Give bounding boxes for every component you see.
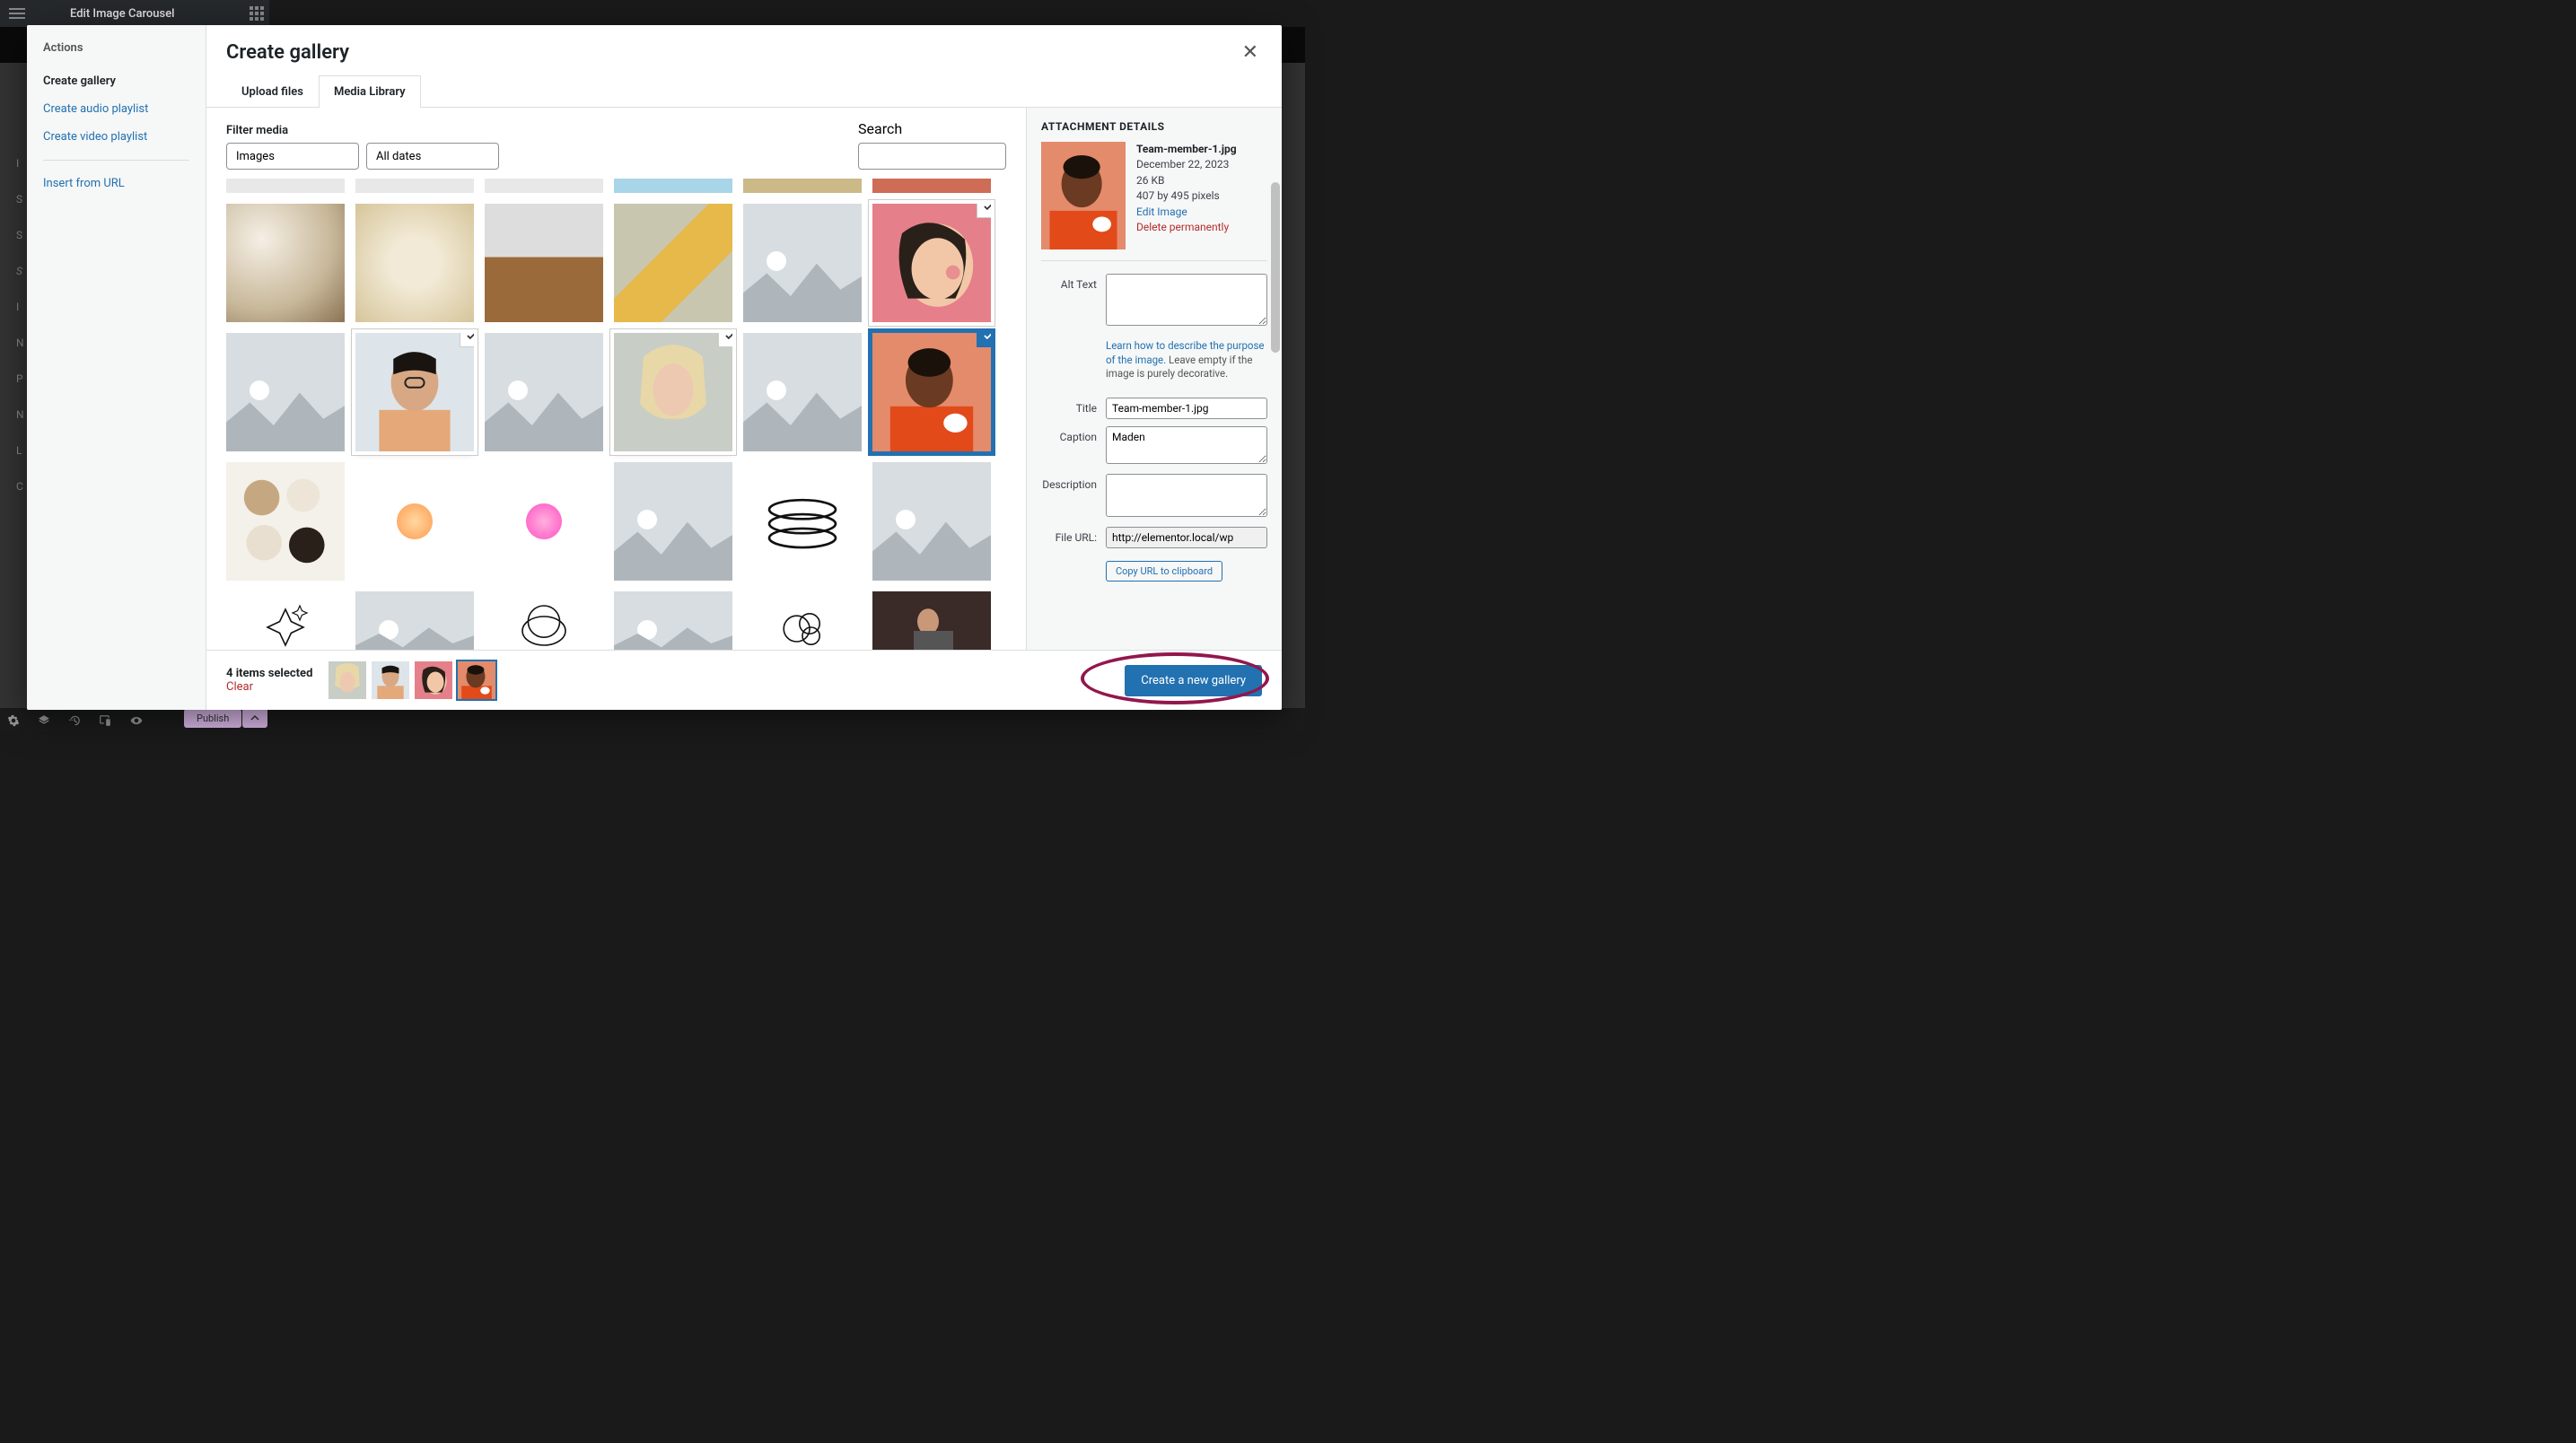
history-icon[interactable] [68, 714, 81, 727]
check-icon[interactable] [718, 333, 732, 347]
caption-label: Caption [1041, 426, 1106, 443]
modal-footer: 4 items selected Clear Create a new gall… [206, 650, 1282, 710]
media-thumb[interactable] [614, 462, 732, 581]
copy-url-button[interactable]: Copy URL to clipboard [1106, 561, 1222, 582]
sidebar-item-audio-playlist[interactable]: Create audio playlist [27, 95, 206, 123]
caption-input[interactable] [1106, 426, 1267, 464]
alt-text-input[interactable] [1106, 274, 1267, 326]
media-thumb[interactable] [485, 333, 603, 451]
attachment-dimensions: 407 by 495 pixels [1136, 188, 1237, 204]
selection-count: 4 items selected [226, 667, 312, 680]
media-modal: Actions Create gallery Create audio play… [27, 25, 1282, 710]
hamburger-icon[interactable] [9, 8, 25, 19]
media-thumb[interactable] [226, 462, 345, 581]
attachment-date: December 22, 2023 [1136, 157, 1237, 172]
apps-grid-icon[interactable] [247, 4, 267, 23]
selection-thumb[interactable] [329, 661, 366, 699]
media-thumb-focused[interactable] [872, 333, 991, 451]
sidebar-item-insert-url[interactable]: Insert from URL [27, 170, 206, 197]
sidebar-divider [43, 160, 189, 161]
filter-date-select[interactable]: All dates [366, 143, 499, 170]
media-thumb[interactable] [743, 591, 862, 650]
attachment-details: ATTACHMENT DETAILS Team-member-1.jpg Dec… [1026, 108, 1282, 650]
media-thumb[interactable] [226, 204, 345, 322]
media-grid [206, 179, 1026, 650]
description-input[interactable] [1106, 474, 1267, 517]
selection-thumb[interactable] [372, 661, 409, 699]
eye-icon[interactable] [129, 714, 144, 727]
sidebar-item-create-gallery[interactable]: Create gallery [27, 67, 206, 95]
tab-upload-files[interactable]: Upload files [226, 75, 319, 108]
search-input[interactable] [858, 143, 1006, 170]
media-thumb[interactable] [355, 179, 474, 193]
media-thumb[interactable] [485, 591, 603, 650]
media-thumb[interactable] [485, 462, 603, 581]
tab-media-library[interactable]: Media Library [319, 75, 421, 108]
sidebar-heading: Actions [27, 41, 206, 67]
media-thumb[interactable] [226, 591, 345, 650]
media-thumb[interactable] [226, 179, 345, 193]
media-thumb[interactable] [355, 204, 474, 322]
scrollbar-track [1269, 128, 1282, 650]
media-tabs: Upload files Media Library [206, 74, 1282, 108]
attachment-thumbnail [1041, 142, 1126, 249]
media-thumb[interactable] [872, 179, 991, 193]
search-label: Search [858, 120, 1006, 137]
filter-media-label: Filter media [226, 124, 359, 137]
create-gallery-button[interactable]: Create a new gallery [1125, 665, 1262, 696]
left-panel-letters: ISSSINPNLC [16, 85, 24, 493]
media-thumb[interactable] [226, 333, 345, 451]
check-icon[interactable] [977, 204, 991, 218]
media-thumb[interactable] [485, 179, 603, 193]
media-thumb-selected[interactable] [355, 333, 474, 451]
selection-thumb-active[interactable] [458, 661, 495, 699]
modal-title: Create gallery [226, 41, 349, 64]
layers-icon[interactable] [38, 714, 50, 727]
publish-caret[interactable] [242, 708, 267, 728]
attachment-filename: Team-member-1.jpg [1136, 142, 1237, 157]
modal-main: Create gallery ✕ Upload files Media Libr… [206, 25, 1282, 710]
check-icon[interactable] [977, 333, 991, 347]
clear-selection[interactable]: Clear [226, 680, 312, 694]
media-thumb[interactable] [614, 591, 732, 650]
publish-button[interactable]: Publish [184, 709, 241, 728]
gear-icon[interactable] [7, 714, 20, 727]
filter-bar: Filter media Images All dates Search [206, 108, 1026, 179]
title-label: Title [1041, 398, 1106, 415]
media-thumb[interactable] [743, 462, 862, 581]
sidebar-item-video-playlist[interactable]: Create video playlist [27, 123, 206, 151]
editor-title: Edit Image Carousel [70, 7, 175, 21]
responsive-icon[interactable] [99, 714, 111, 727]
media-thumb[interactable] [355, 462, 474, 581]
details-heading: ATTACHMENT DETAILS [1041, 120, 1267, 133]
edit-image-link[interactable]: Edit Image [1136, 205, 1237, 220]
media-thumb[interactable] [743, 204, 862, 322]
media-thumb[interactable] [614, 204, 732, 322]
close-icon[interactable]: ✕ [1239, 41, 1262, 64]
media-thumb-selected[interactable] [872, 204, 991, 322]
actions-sidebar: Actions Create gallery Create audio play… [27, 25, 206, 710]
media-thumb[interactable] [485, 204, 603, 322]
attachment-size: 26 KB [1136, 173, 1237, 188]
fileurl-label: File URL: [1041, 527, 1106, 544]
media-thumb[interactable] [743, 179, 862, 193]
media-thumb[interactable] [872, 591, 991, 650]
title-input[interactable] [1106, 398, 1267, 419]
selection-thumb[interactable] [415, 661, 452, 699]
media-thumb[interactable] [355, 591, 474, 650]
fileurl-input[interactable] [1106, 527, 1267, 548]
selection-thumbnails [329, 661, 495, 699]
description-label: Description [1041, 474, 1106, 491]
scrollbar-thumb[interactable] [1271, 182, 1280, 353]
media-thumb[interactable] [614, 179, 732, 193]
editor-topbar: Edit Image Carousel [0, 0, 269, 27]
media-thumb-selected[interactable] [614, 333, 732, 451]
check-icon[interactable] [460, 333, 474, 347]
media-thumb[interactable] [872, 462, 991, 581]
delete-permanently-link[interactable]: Delete permanently [1136, 220, 1237, 235]
alt-text-label: Alt Text [1041, 274, 1106, 291]
media-thumb[interactable] [743, 333, 862, 451]
filter-type-select[interactable]: Images [226, 143, 359, 170]
